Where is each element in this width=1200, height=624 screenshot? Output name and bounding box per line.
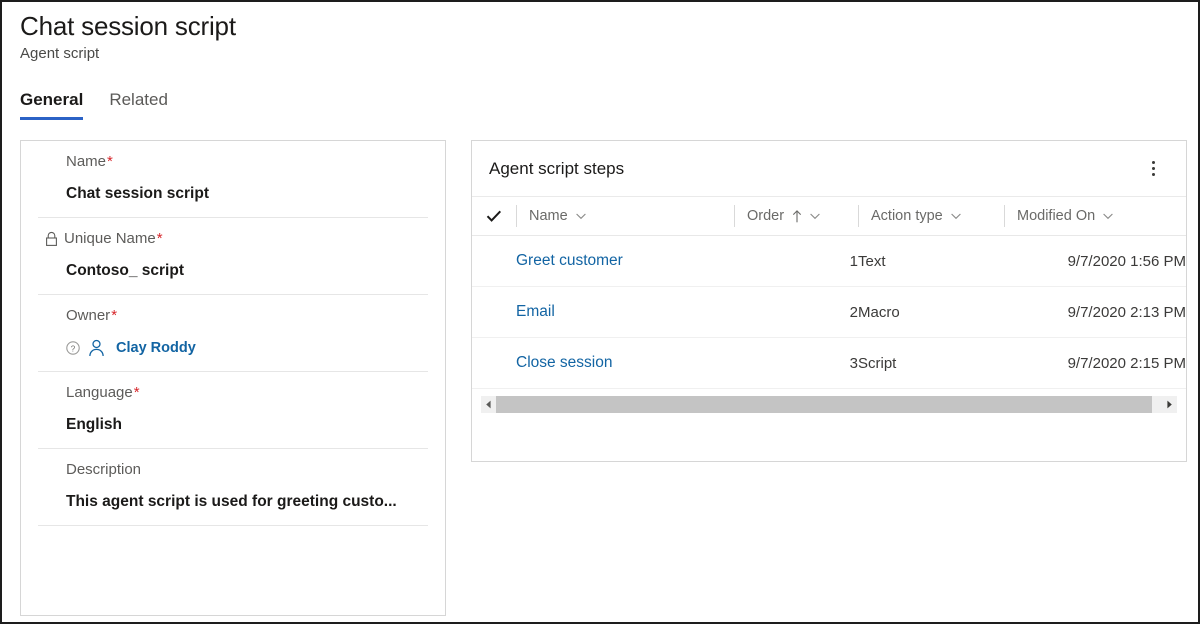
field-owner-label-text: Owner — [66, 305, 110, 327]
column-header-order-label: Order — [747, 208, 784, 224]
owner-value: ? Clay Roddy — [38, 337, 428, 359]
person-icon — [88, 339, 105, 357]
row-action-type-cell: Text — [858, 236, 1004, 287]
field-name-value[interactable]: Chat session script — [38, 183, 428, 205]
table-body: Greet customer 1 Text 9/7/2020 1:56 PM E… — [472, 236, 1186, 389]
table-header-row: Name Order — [472, 197, 1186, 236]
row-action-type-cell: Macro — [858, 287, 1004, 338]
row-select-cell[interactable] — [472, 287, 516, 338]
column-header-order[interactable]: Order — [734, 197, 858, 236]
tab-bar: General Related — [20, 88, 168, 120]
field-description: Description This agent script is used fo… — [38, 449, 428, 526]
row-action-type-cell: Script — [858, 338, 1004, 389]
row-name-cell: Email — [516, 287, 734, 338]
required-asterisk: * — [111, 305, 117, 327]
field-language-label: Language* — [38, 382, 428, 404]
row-modified-on-cell: 9/7/2020 2:15 PM — [1004, 338, 1186, 389]
row-order-cell: 3 — [734, 338, 858, 389]
row-name-link[interactable]: Email — [516, 303, 555, 320]
field-language-label-text: Language — [66, 382, 133, 404]
chevron-down-icon — [575, 210, 587, 222]
column-header-name-label: Name — [529, 208, 568, 224]
field-unique-name-value[interactable]: Contoso_ script — [38, 260, 428, 282]
field-owner: Owner* ? Clay Roddy — [38, 295, 428, 372]
required-asterisk: * — [157, 228, 163, 250]
row-order-cell: 1 — [734, 236, 858, 287]
scrollbar-track[interactable] — [496, 396, 1162, 413]
column-header-modified-on[interactable]: Modified On — [1004, 197, 1186, 236]
chevron-down-icon — [1102, 210, 1114, 222]
more-vertical-icon[interactable] — [1142, 156, 1164, 182]
tab-related[interactable]: Related — [109, 88, 168, 120]
scroll-right-arrow-icon[interactable] — [1162, 396, 1177, 413]
tab-general[interactable]: General — [20, 88, 83, 120]
required-asterisk: * — [134, 382, 140, 404]
page-header: Chat session script Agent script — [20, 10, 720, 64]
table-head: Name Order — [472, 197, 1186, 236]
row-order-cell: 2 — [734, 287, 858, 338]
column-header-action-type[interactable]: Action type — [858, 197, 1004, 236]
field-unique-name-label: Unique Name* — [38, 228, 428, 250]
page-subtitle: Agent script — [20, 44, 720, 64]
svg-text:?: ? — [71, 344, 76, 353]
horizontal-scrollbar[interactable] — [481, 396, 1177, 413]
row-modified-on-cell: 9/7/2020 2:13 PM — [1004, 287, 1186, 338]
field-language-value[interactable]: English — [38, 414, 428, 436]
presence-unknown-icon: ? — [66, 341, 80, 355]
owner-name-link[interactable]: Clay Roddy — [116, 340, 196, 356]
column-header-name[interactable]: Name — [516, 197, 734, 236]
field-name-label: Name* — [38, 151, 428, 173]
checkmark-icon — [486, 209, 502, 223]
grid-header: Agent script steps — [472, 141, 1186, 197]
row-select-cell[interactable] — [472, 338, 516, 389]
general-form-card: Name* Chat session script Unique Name* C… — [20, 140, 446, 616]
agent-script-steps-card: Agent script steps — [471, 140, 1187, 462]
field-description-label: Description — [38, 459, 428, 481]
chevron-down-icon — [809, 210, 821, 222]
field-name-label-text: Name — [66, 151, 106, 173]
table-row[interactable]: Greet customer 1 Text 9/7/2020 1:56 PM — [472, 236, 1186, 287]
agent-script-steps-table: Name Order — [472, 197, 1186, 389]
app-page: Chat session script Agent script General… — [0, 0, 1200, 624]
lock-icon — [44, 231, 59, 247]
field-language: Language* English — [38, 372, 428, 449]
required-asterisk: * — [107, 151, 113, 173]
column-header-action-type-label: Action type — [871, 208, 943, 224]
row-name-link[interactable]: Close session — [516, 354, 613, 371]
column-header-modified-on-label: Modified On — [1017, 208, 1095, 224]
scrollbar-thumb[interactable] — [496, 396, 1152, 413]
arrow-up-icon — [792, 210, 802, 223]
field-unique-name: Unique Name* Contoso_ script — [38, 218, 428, 295]
field-unique-name-label-text: Unique Name — [64, 228, 156, 250]
row-name-cell: Close session — [516, 338, 734, 389]
column-header-select-all[interactable] — [472, 197, 516, 236]
row-name-cell: Greet customer — [516, 236, 734, 287]
field-owner-label: Owner* — [38, 305, 428, 327]
row-select-cell[interactable] — [472, 236, 516, 287]
field-name: Name* Chat session script — [38, 141, 428, 218]
scroll-left-arrow-icon[interactable] — [481, 396, 496, 413]
row-modified-on-cell: 9/7/2020 1:56 PM — [1004, 236, 1186, 287]
row-name-link[interactable]: Greet customer — [516, 252, 623, 269]
field-description-label-text: Description — [66, 459, 141, 481]
chevron-down-icon — [950, 210, 962, 222]
table-row[interactable]: Email 2 Macro 9/7/2020 2:13 PM — [472, 287, 1186, 338]
page-title: Chat session script — [20, 10, 720, 42]
table-row[interactable]: Close session 3 Script 9/7/2020 2:15 PM — [472, 338, 1186, 389]
field-description-value[interactable]: This agent script is used for greeting c… — [38, 491, 428, 513]
grid-title: Agent script steps — [489, 157, 624, 181]
